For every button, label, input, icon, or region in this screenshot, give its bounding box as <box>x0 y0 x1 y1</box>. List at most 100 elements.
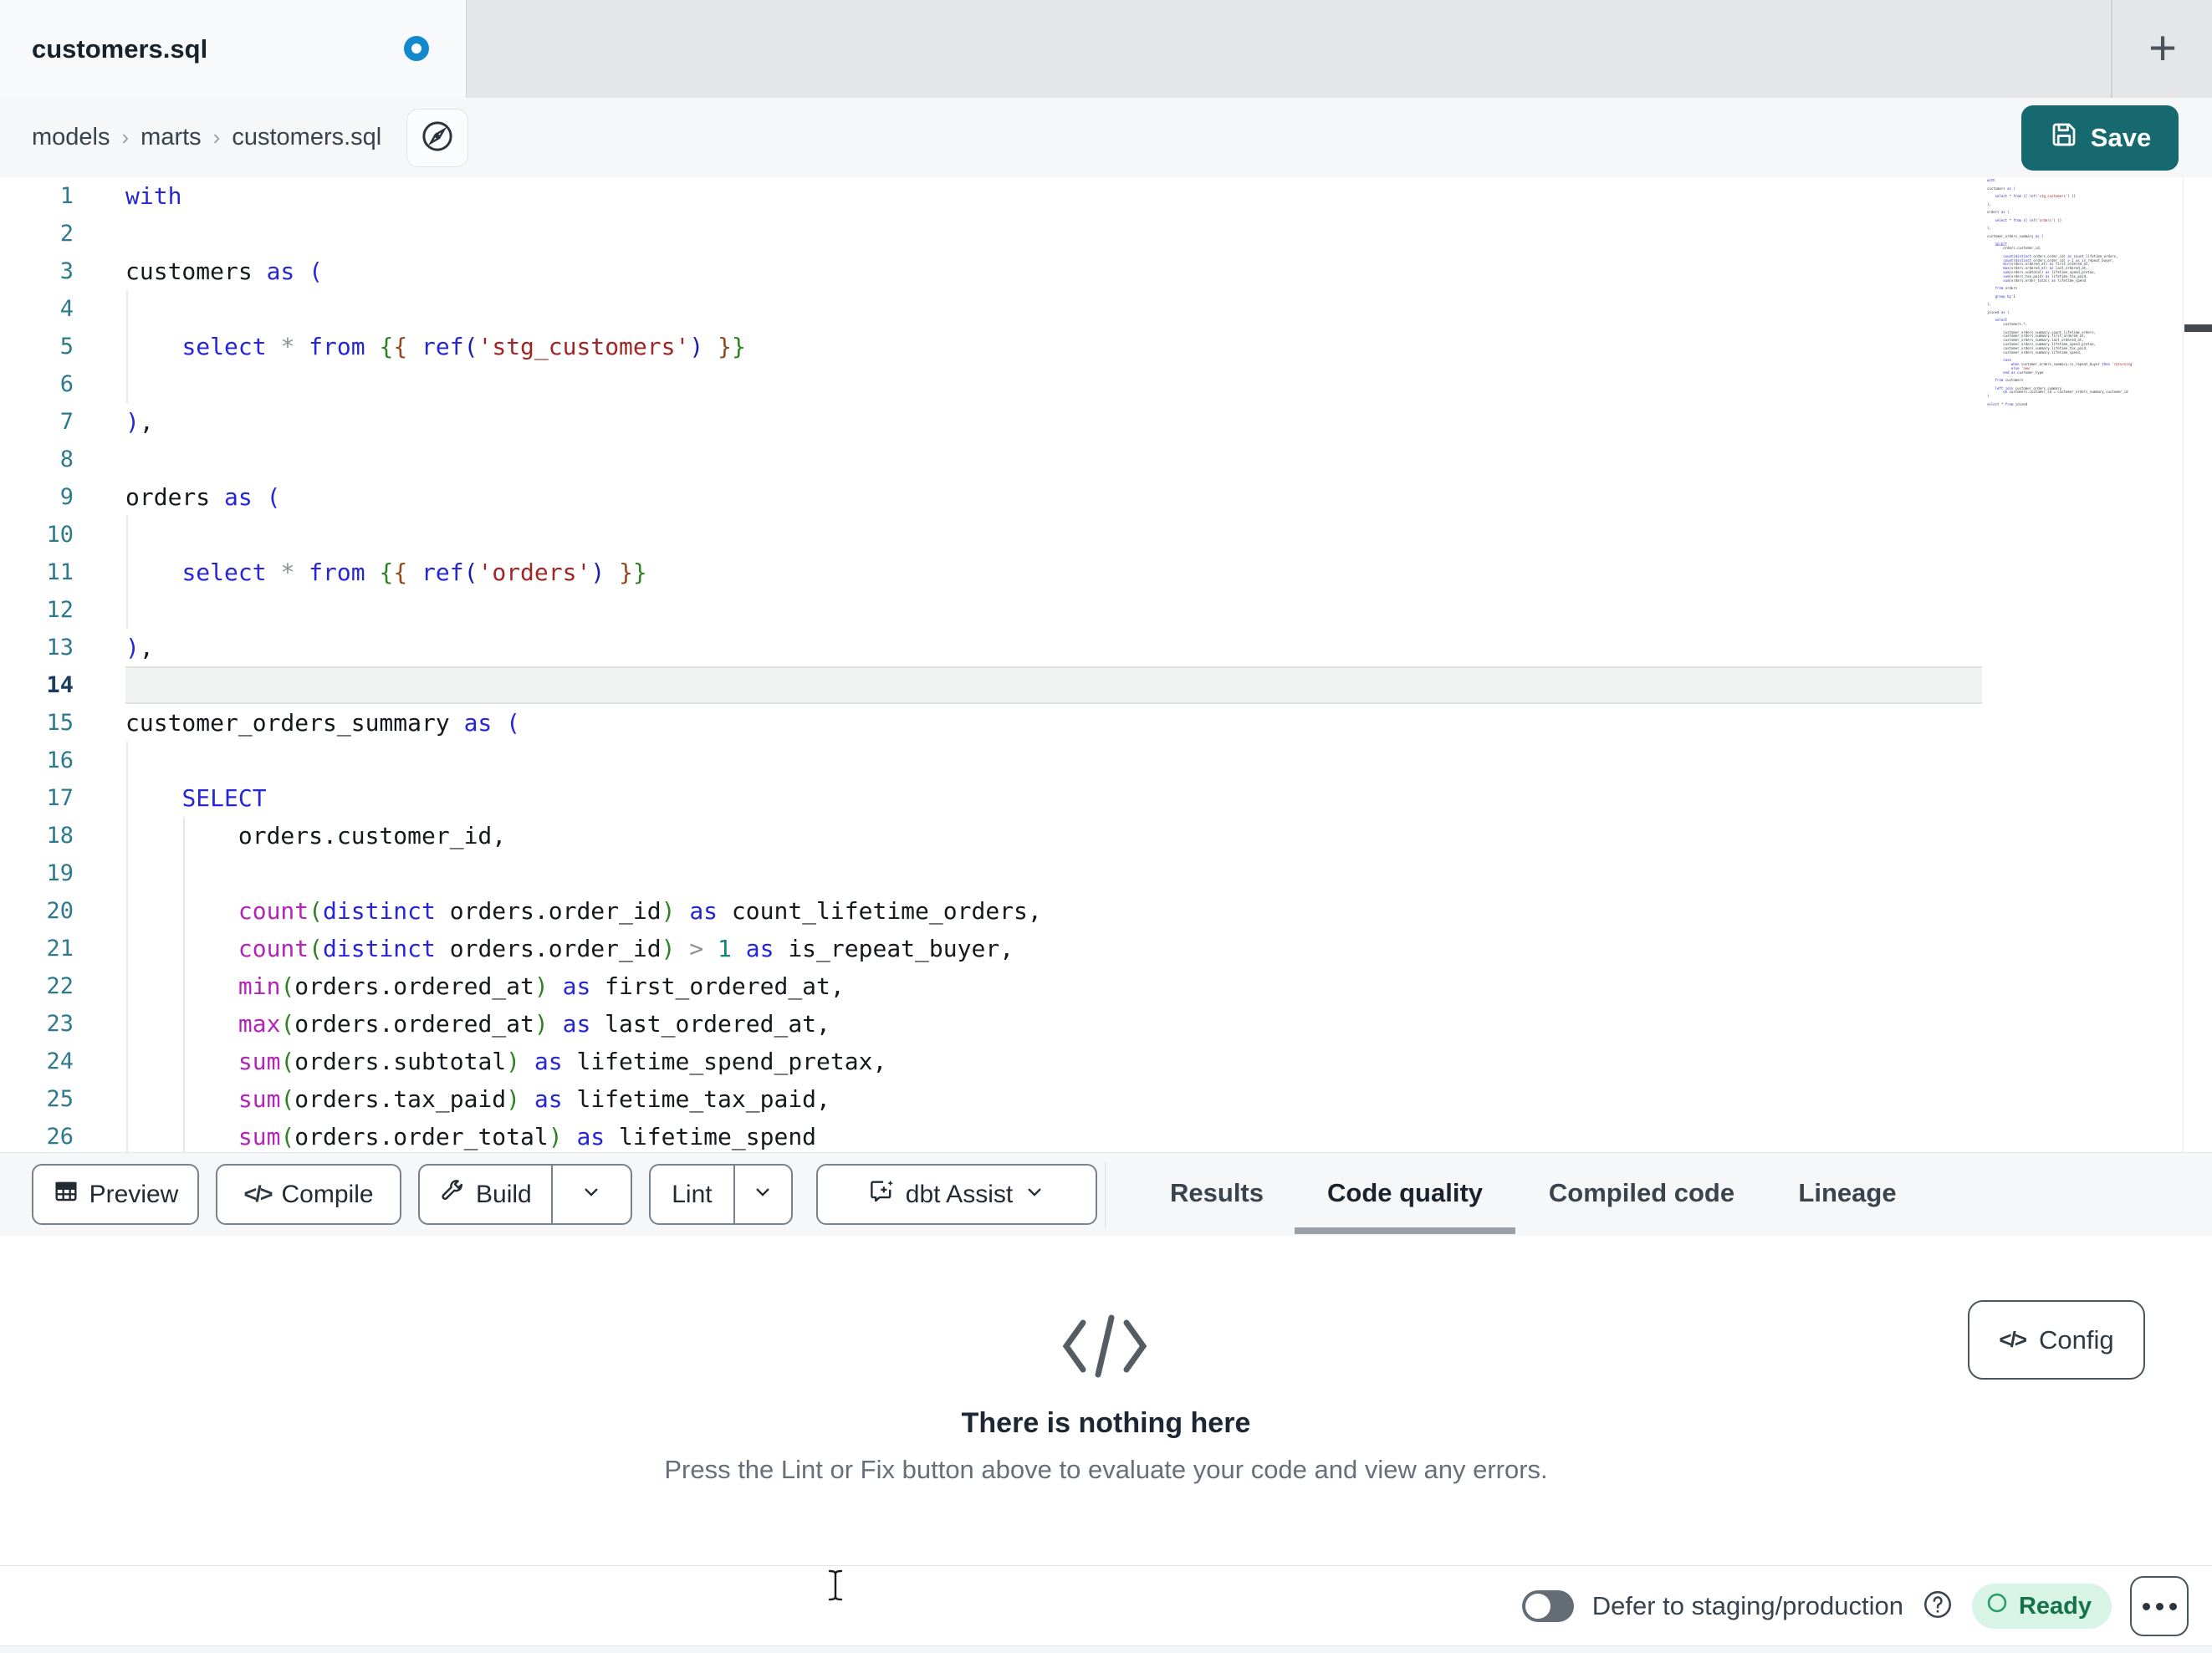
config-button-label: Config <box>2038 1324 2114 1355</box>
line-number: 14 <box>46 672 74 698</box>
line-number: 2 <box>59 221 74 247</box>
line-number: 11 <box>46 559 74 585</box>
tab-bar-divider <box>2111 0 2112 98</box>
code-line[interactable]: sum(orders.order_total) as lifetime_spen… <box>125 1118 816 1152</box>
panel-tab-compiled-code[interactable]: Compiled code <box>1549 1153 1734 1237</box>
dbt-ide-window: customers.sql + models › marts › customers.s… <box>0 0 2212 1653</box>
overview-ruler <box>2183 177 2184 1152</box>
active-line-highlight <box>125 666 1982 704</box>
file-tab-customers-sql[interactable]: customers.sql <box>0 0 467 99</box>
compass-icon <box>420 119 455 158</box>
toggle-knob <box>1525 1594 1550 1619</box>
save-button-label: Save <box>2090 123 2152 152</box>
overview-cursor-marker <box>2184 324 2212 332</box>
lint-button[interactable]: Lint <box>651 1166 733 1223</box>
dbt-assist-button[interactable]: dbt Assist <box>816 1164 1097 1225</box>
config-button[interactable]: </> Config <box>1968 1300 2145 1380</box>
editor-minimap[interactable]: with customers as ( select * from {{ ref… <box>1987 179 2183 411</box>
line-number: 1 <box>59 183 74 209</box>
code-line[interactable]: sum(orders.subtotal) as lifetime_spend_p… <box>125 1043 886 1080</box>
status-bar: Defer to staging/production Ready <box>0 1565 2212 1646</box>
editor-toolbar: Preview </> Compile Build Lint dbt Assis… <box>0 1152 2212 1237</box>
code-line[interactable]: max(orders.ordered_at) as last_ordered_a… <box>125 1005 830 1043</box>
line-number: 26 <box>46 1124 74 1150</box>
empty-state-title: There is nothing here <box>961 1407 1251 1439</box>
code-line[interactable]: count(distinct orders.order_id) > 1 as i… <box>125 930 1014 967</box>
unsaved-changes-dot-icon <box>404 36 429 61</box>
line-number: 10 <box>46 522 74 548</box>
line-number: 13 <box>46 635 74 661</box>
wrench-icon <box>439 1178 466 1212</box>
lint-button-label: Lint <box>672 1180 713 1208</box>
ellipsis-icon <box>2142 1602 2150 1610</box>
breadcrumb-item[interactable]: marts <box>140 124 202 151</box>
line-number: 8 <box>59 446 74 472</box>
chevron-down-icon <box>580 1180 603 1210</box>
sparkle-chat-icon <box>867 1177 896 1212</box>
preview-button-label: Preview <box>89 1180 179 1208</box>
code-line[interactable]: min(orders.ordered_at) as first_ordered_… <box>125 967 845 1005</box>
ibeam-cursor <box>826 1569 845 1606</box>
code-editor[interactable]: 1 2 3 4 5 6 7 8 9 10 11 12 13 14 15 16 17 18 19 20 21 22 23 24 2… <box>0 177 2212 1152</box>
code-quality-panel: There is nothing here Press the Lint or … <box>0 1236 2212 1565</box>
more-options-button[interactable] <box>2130 1576 2189 1636</box>
code-line[interactable]: select * from {{ ref('orders') }} <box>125 554 646 591</box>
line-number: 22 <box>46 973 74 999</box>
preview-button[interactable]: Preview <box>32 1164 199 1225</box>
code-line[interactable]: ), <box>125 403 154 441</box>
line-number: 12 <box>46 597 74 623</box>
breadcrumb-item[interactable]: customers.sql <box>232 124 381 151</box>
code-line[interactable]: customers as ( <box>125 253 323 290</box>
help-icon[interactable] <box>1922 1589 1954 1625</box>
build-button[interactable]: Build <box>420 1166 551 1223</box>
ready-circle-icon <box>1985 1591 2009 1621</box>
build-button-label: Build <box>476 1180 532 1208</box>
line-number: 20 <box>46 898 74 924</box>
code-line[interactable]: sum(orders.tax_paid) as lifetime_tax_pai… <box>125 1080 830 1118</box>
code-line[interactable]: count(distinct orders.order_id) as count… <box>125 892 1042 930</box>
line-number: 21 <box>46 936 74 962</box>
panel-tab-code-quality[interactable]: Code quality <box>1327 1153 1483 1237</box>
line-number: 18 <box>46 823 74 849</box>
code-line[interactable]: with <box>125 177 181 215</box>
code-brackets-icon <box>1058 1311 1152 1385</box>
line-number: 5 <box>59 334 74 360</box>
save-button[interactable]: Save <box>2021 105 2179 171</box>
code-line[interactable]: orders.customer_id, <box>125 817 506 855</box>
code-line[interactable]: SELECT <box>125 779 266 817</box>
defer-toggle[interactable] <box>1521 1590 1574 1622</box>
save-icon <box>2049 120 2079 156</box>
navigate-source-button[interactable] <box>406 109 468 167</box>
breadcrumb-item[interactable]: models <box>32 124 110 151</box>
line-number: 19 <box>46 860 74 886</box>
tab-bar: customers.sql + <box>0 0 2212 99</box>
chevron-down-icon <box>1023 1180 1046 1210</box>
window-bottom-strip <box>0 1645 2212 1653</box>
line-number: 16 <box>46 747 74 773</box>
code-icon: </> <box>243 1181 273 1207</box>
line-number: 9 <box>59 484 74 510</box>
line-number: 24 <box>46 1048 74 1074</box>
file-tab-title: customers.sql <box>32 34 208 64</box>
panel-tab-results[interactable]: Results <box>1170 1153 1264 1237</box>
panel-tab-lineage[interactable]: Lineage <box>1798 1153 1896 1237</box>
lint-split-button: Lint <box>649 1164 793 1225</box>
compile-button[interactable]: </> Compile <box>216 1164 401 1225</box>
defer-label: Defer to staging/production <box>1591 1591 1903 1620</box>
new-tab-button[interactable]: + <box>2134 7 2191 90</box>
toolbar-tabs-divider <box>1105 1161 1106 1228</box>
status-badge-ready[interactable]: Ready <box>1971 1584 2112 1629</box>
compile-button-label: Compile <box>281 1180 374 1208</box>
breadcrumb: models › marts › customers.sql <box>32 98 381 177</box>
code-line[interactable]: select * from {{ ref('stg_customers') }} <box>125 328 745 365</box>
breadcrumb-separator: › <box>121 125 130 150</box>
code-line[interactable]: ), <box>125 629 154 666</box>
dbt-assist-button-label: dbt Assist <box>905 1180 1014 1208</box>
lint-dropdown-button[interactable] <box>735 1166 791 1223</box>
code-icon: </> <box>1999 1327 2027 1352</box>
code-line[interactable]: orders as ( <box>125 478 280 516</box>
code-line[interactable]: customer_orders_summary as ( <box>125 704 520 742</box>
build-split-button: Build <box>418 1164 632 1225</box>
table-icon <box>53 1178 79 1212</box>
build-dropdown-button[interactable] <box>553 1166 631 1223</box>
